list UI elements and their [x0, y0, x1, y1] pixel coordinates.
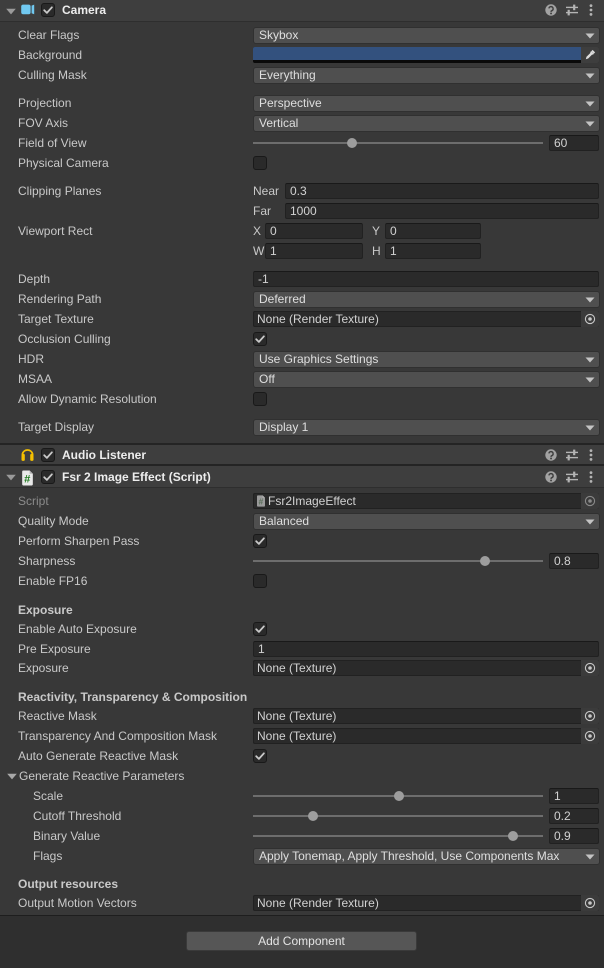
svg-text:#: #	[24, 473, 31, 485]
svg-text:#: #	[259, 496, 264, 506]
